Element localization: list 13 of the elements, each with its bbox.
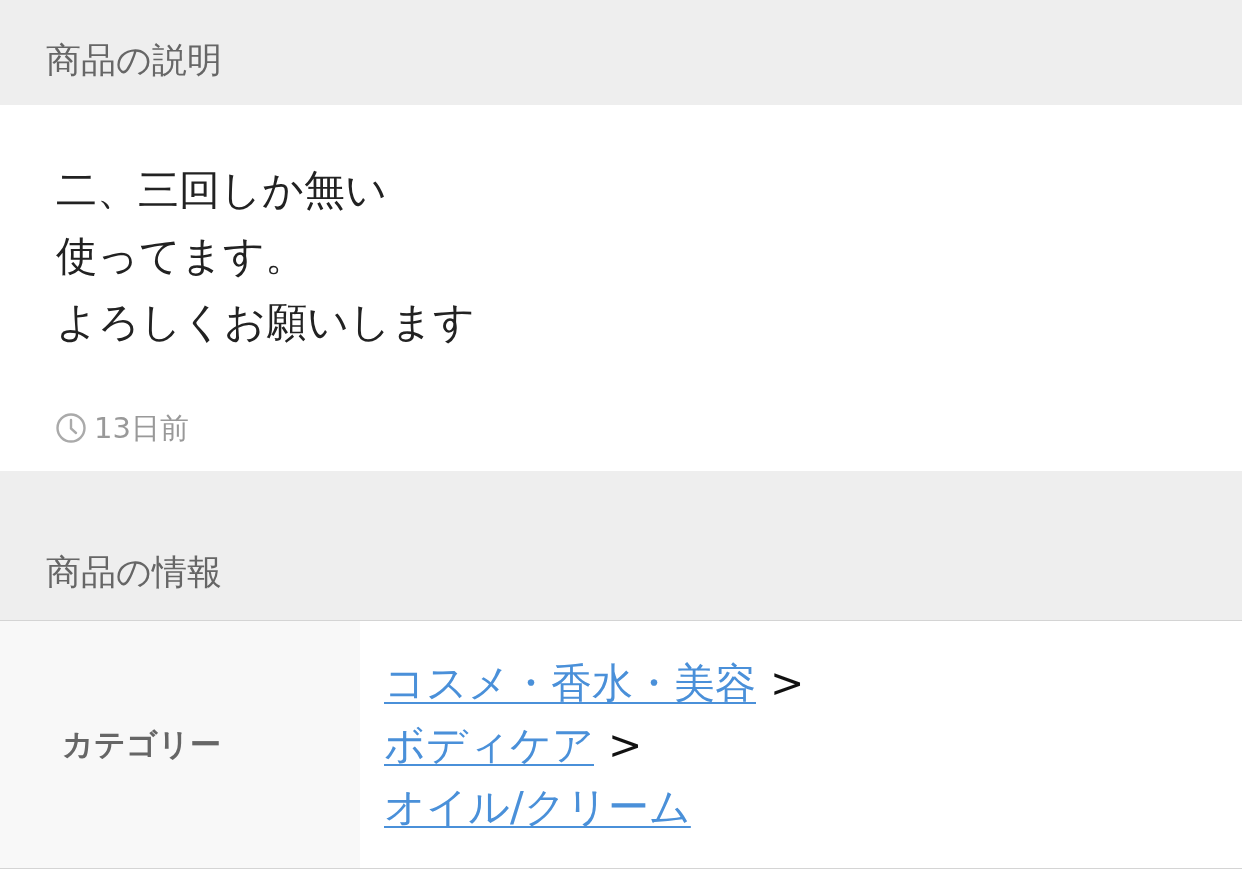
category-link[interactable]: コスメ・香水・美容 — [384, 658, 756, 707]
section-heading: 商品の説明 — [46, 40, 222, 80]
category-link[interactable]: ボディケア — [384, 720, 594, 769]
section-heading: 商品の情報 — [46, 552, 222, 592]
clock-icon — [56, 413, 86, 443]
posted-time: 13日前 — [94, 410, 189, 447]
description-text: よろしくお願いします — [56, 297, 475, 348]
description-text: 二、三回しか無い — [56, 165, 387, 216]
breadcrumb-separator: > — [770, 658, 805, 707]
description-text: 使ってます。 — [56, 231, 306, 282]
breadcrumb-separator: > — [608, 720, 643, 769]
category-link[interactable]: オイル/クリーム — [384, 782, 691, 831]
row-label: カテゴリー — [62, 724, 221, 764]
